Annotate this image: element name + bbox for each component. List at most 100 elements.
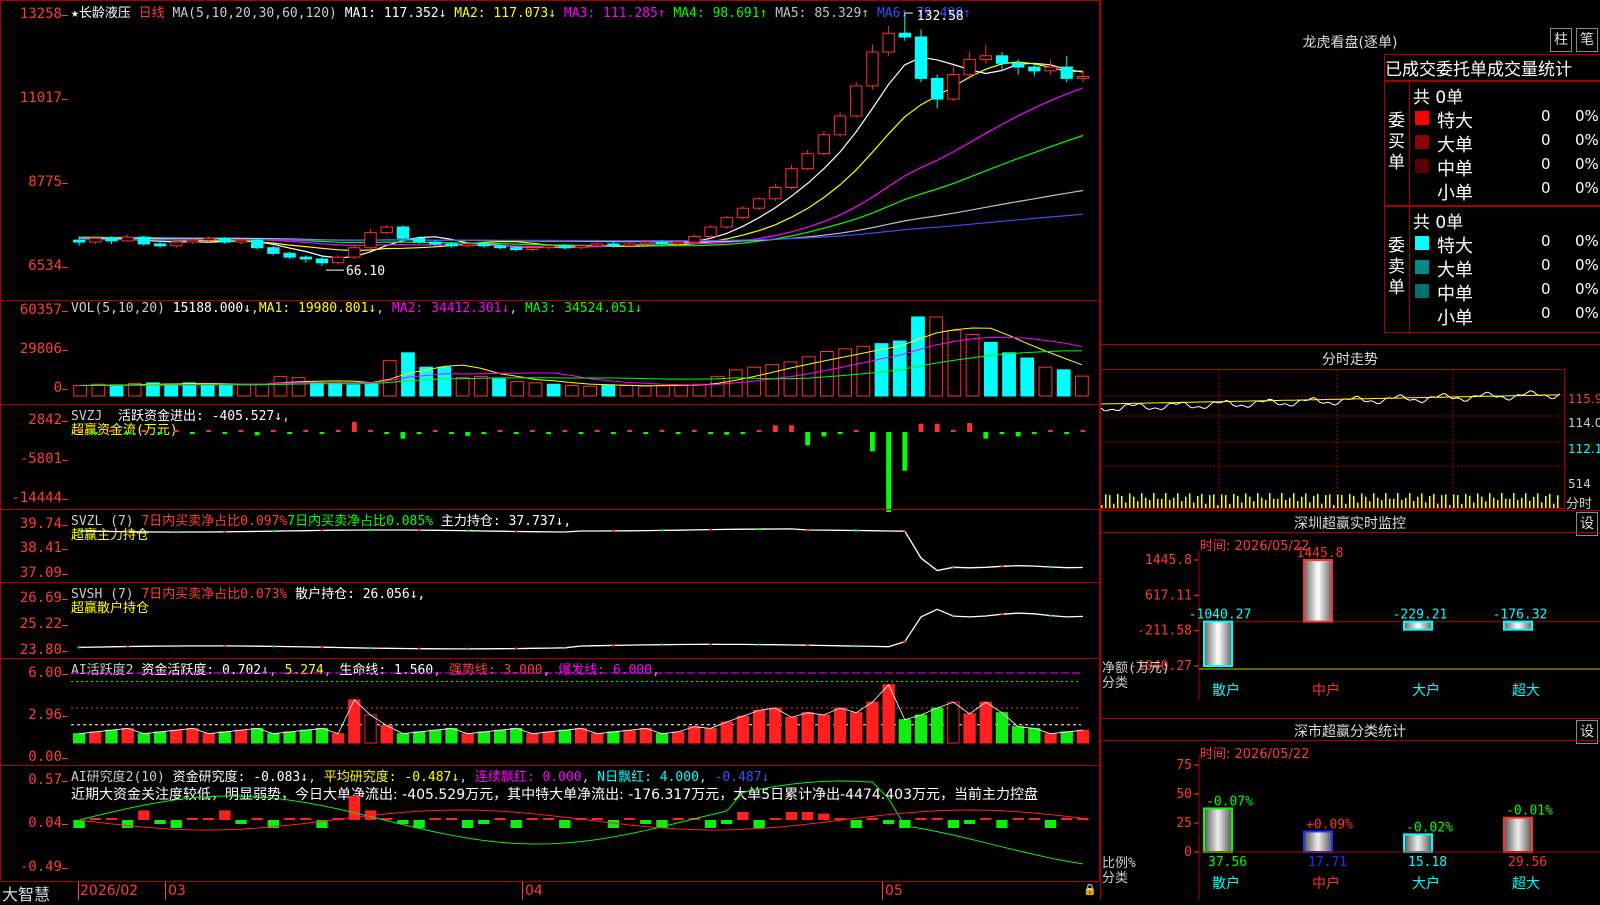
ai1-bar xyxy=(866,701,879,744)
tab-filled[interactable]: 已成交 xyxy=(1385,60,1436,80)
ai-research-panel[interactable]: AI研究度2(10) 资金研究度: -0.083↓, 平均研究度: -0.487… xyxy=(0,765,1100,882)
volume-bar xyxy=(310,382,324,397)
ai2-bar xyxy=(882,820,895,824)
y-tick-mark xyxy=(62,499,68,500)
ss-y-tick: 50 xyxy=(1176,787,1192,802)
volume-panel[interactable]: VOL(5,10,20) 15188.000↓,MA1: 19980.801↓,… xyxy=(0,300,1100,405)
candle-body xyxy=(979,55,992,61)
svsh-line-dot xyxy=(174,644,178,647)
date-axis[interactable]: 大智慧 2026/02 03 04 05 🔒 xyxy=(0,881,1100,904)
y-tick-mark xyxy=(62,625,68,626)
intraday-vol-bar xyxy=(1281,493,1283,508)
svzl-line-dot xyxy=(951,566,955,569)
y-tick-mark xyxy=(62,525,68,526)
ss-bar-top-label: -0.07% xyxy=(1206,794,1253,809)
svzj-bar xyxy=(934,423,940,432)
ma-line-5 xyxy=(79,189,1083,243)
date-tick-apr: 04 xyxy=(525,883,543,899)
intraday-vol-bar xyxy=(1529,501,1531,508)
candle-body xyxy=(186,239,199,243)
intraday-vol-bar xyxy=(1125,502,1127,508)
buy-row-num: 0 xyxy=(1541,155,1551,173)
lock-icon[interactable]: 🔒 xyxy=(1083,883,1097,896)
intraday-ytick-1: 115.9 xyxy=(1568,392,1600,406)
ai2-bar xyxy=(510,820,522,828)
svzj-bar xyxy=(627,430,632,432)
intraday-vol-bar xyxy=(1489,493,1491,508)
ai1-bar xyxy=(380,725,393,744)
intraday-vol-bar xyxy=(1297,501,1299,508)
tab-volume-stats[interactable]: 成交量统计 xyxy=(1487,60,1572,80)
svsh-line-dot xyxy=(951,615,955,618)
ss-category: 大户 xyxy=(1412,875,1440,892)
svzj-bar xyxy=(222,432,228,434)
ai2-bar xyxy=(980,818,992,820)
svsh-line-dot xyxy=(757,643,761,646)
sell-row-pct: 0% xyxy=(1575,232,1599,250)
ss-bar-value: 17.71 xyxy=(1308,855,1347,870)
volume-bar xyxy=(382,360,397,397)
ai2-bar xyxy=(559,820,571,828)
intraday-vol-bar xyxy=(1317,493,1319,508)
y-tick-mark xyxy=(62,15,68,16)
intraday-vol-bar xyxy=(1141,493,1143,508)
svsh-panel[interactable]: SVSH (7) 7日内买卖净占比0.073% 散户持仓: 26.056↓, 超… xyxy=(0,582,1100,659)
ai1-bar xyxy=(607,731,620,744)
ai1-bar xyxy=(591,733,604,744)
svzj-bar xyxy=(351,422,357,432)
y-tick-label: 2842 xyxy=(28,412,62,428)
intraday-vol-bar xyxy=(1425,502,1427,508)
y-tick-label: 11017 xyxy=(19,90,62,106)
svsh-line-dot xyxy=(466,647,470,650)
svsh-line-dot xyxy=(417,647,421,650)
svsh-line-dot xyxy=(854,645,858,648)
intraday-vol-bar xyxy=(1157,498,1159,508)
svzj-bar xyxy=(756,430,762,432)
intraday-vol-bar xyxy=(1357,502,1359,508)
intraday-panel[interactable] xyxy=(1100,369,1566,510)
svzl-panel[interactable]: SVZL (7) 7日内买卖净占比0.097%7日内买卖净占比0.085% 主力… xyxy=(0,509,1100,583)
ai2-bar xyxy=(478,820,490,824)
y-tick-label: 8775 xyxy=(28,174,62,190)
ai1-bar xyxy=(251,727,264,744)
intraday-vol-bar xyxy=(1457,494,1459,508)
y-tick-label: 0.04 xyxy=(28,815,62,831)
ai2-bar xyxy=(445,818,458,820)
ai2-bar xyxy=(348,796,360,820)
sz-monitor-title: 深圳超赢实时监控 xyxy=(1294,516,1406,532)
ss-bar-value: 37.56 xyxy=(1208,855,1247,870)
pen-view-button[interactable]: 笔 xyxy=(1576,28,1598,52)
intraday-vol-bar xyxy=(1137,501,1139,508)
svzj-bar xyxy=(157,432,163,434)
tab-orders[interactable]: 委托单 xyxy=(1436,60,1487,80)
candle-body xyxy=(170,241,183,247)
svzj-bar xyxy=(724,432,730,435)
candle-body xyxy=(315,258,329,264)
candle-body xyxy=(477,243,491,247)
ai1-bar xyxy=(931,707,944,744)
intraday-vol-bar xyxy=(1133,496,1135,508)
candle-body xyxy=(429,241,442,245)
y-tick-mark xyxy=(62,599,68,600)
intraday-vol-bar xyxy=(1229,503,1231,508)
intraday-vol-bar xyxy=(1145,497,1147,508)
svzl-line-dot xyxy=(854,529,858,532)
sz-category: 大户 xyxy=(1412,682,1440,699)
ai1-bar xyxy=(1060,731,1073,744)
ai1-bar xyxy=(655,733,669,744)
svzj-plot xyxy=(76,422,1086,512)
y-tick-label: 23.80 xyxy=(19,642,62,658)
svzj-panel[interactable]: SVZJ 活跃资金进出: -405.527↓, 超赢资金流(万元) xyxy=(0,404,1100,512)
y-tick-label: 6534 xyxy=(28,258,62,274)
ai1-bar xyxy=(429,729,442,744)
intraday-title: 分时走势 xyxy=(1322,352,1378,368)
ai2-bar xyxy=(429,818,441,820)
candle-body xyxy=(736,207,750,219)
svzj-bar xyxy=(319,432,325,434)
intraday-vol-bar xyxy=(1217,504,1219,508)
ai-activity-panel[interactable]: AI活跃度2 资金活跃度: 0.702↓, 5.274, 生命线: 1.560,… xyxy=(0,658,1100,766)
ai1-bar xyxy=(267,733,280,744)
main-chart-panel[interactable]: ★长龄液压 日线 MA(5,10,20,30,60,120) MA1: 117.… xyxy=(0,0,1100,301)
candle-body xyxy=(526,247,539,251)
bar-view-button[interactable]: 柱 xyxy=(1550,28,1572,52)
